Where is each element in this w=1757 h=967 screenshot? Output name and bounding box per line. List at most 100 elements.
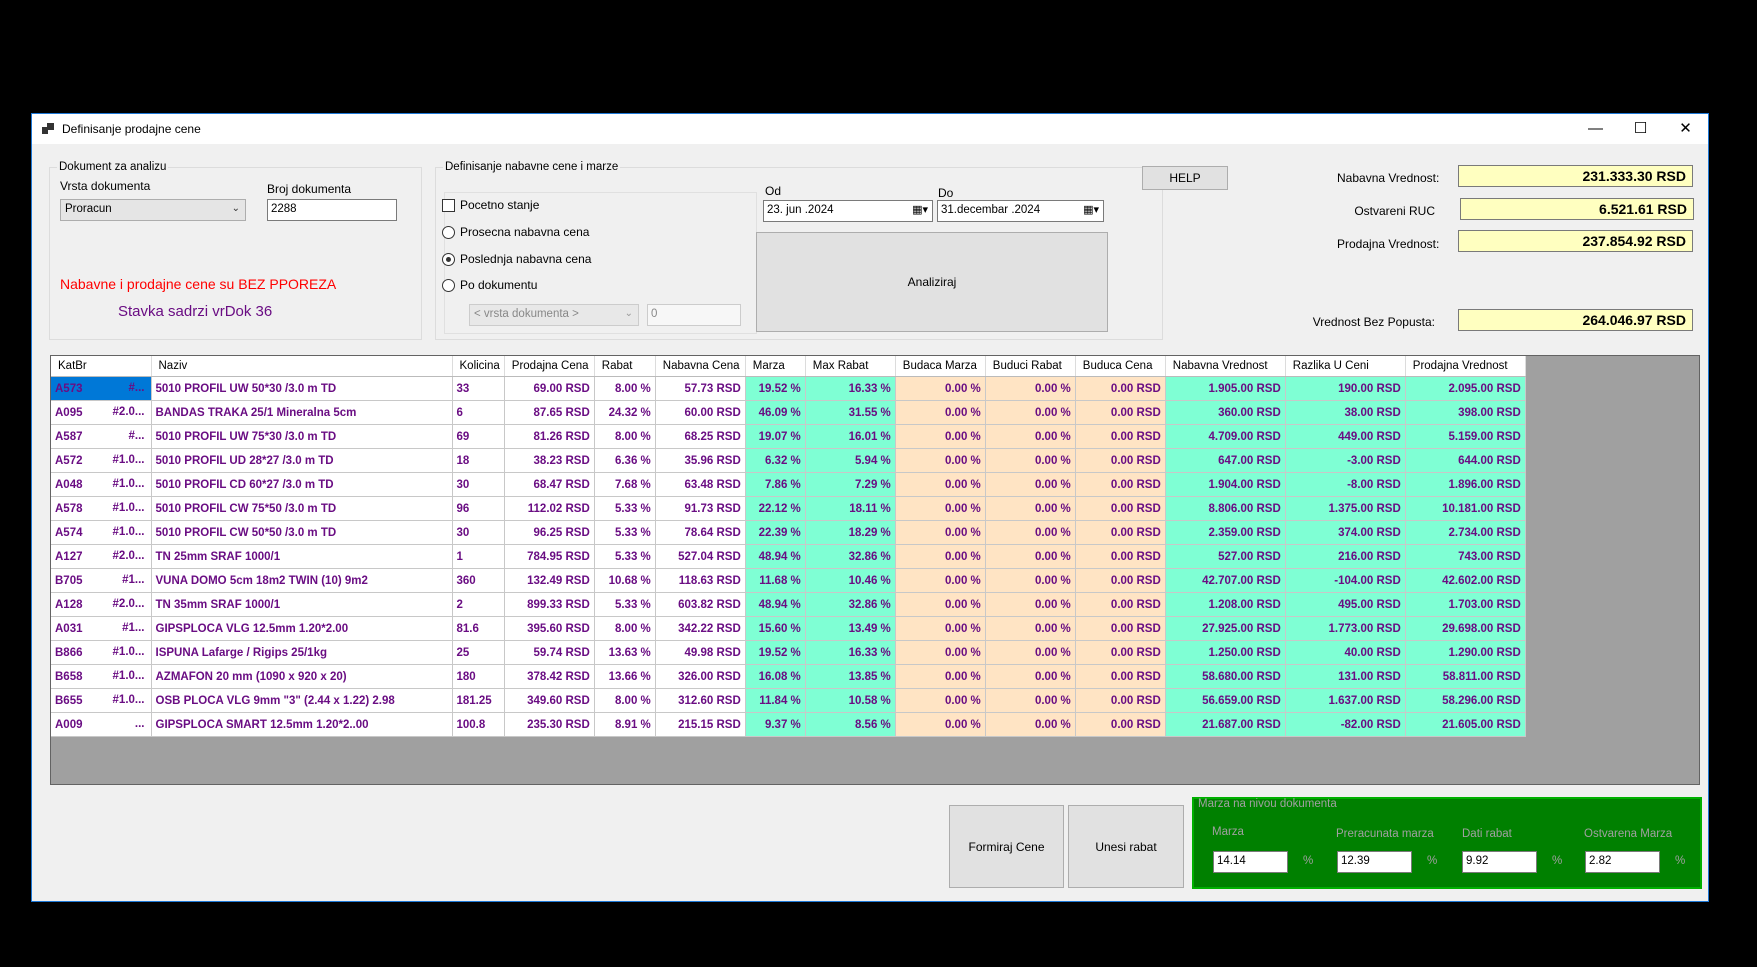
cell-marza[interactable]: 19.07 %	[745, 424, 806, 449]
minimize-icon[interactable]: —	[1573, 114, 1618, 144]
cell-razlika-u-ceni[interactable]: 38.00 RSD	[1285, 400, 1406, 425]
po-dokumentu-select[interactable]: < vrsta dokumenta > ⌄	[469, 304, 639, 326]
cell-rabat[interactable]: 5.33 %	[594, 520, 656, 545]
cell-marza[interactable]: 11.68 %	[745, 568, 806, 593]
cell-buduca-cena[interactable]: 0.00 RSD	[1075, 592, 1166, 617]
cell-razlika-u-ceni[interactable]: -3.00 RSD	[1285, 448, 1406, 473]
cell-max-rabat[interactable]: 8.56 %	[805, 712, 896, 737]
cell-buduci-rabat[interactable]: 0.00 %	[985, 376, 1076, 401]
help-button[interactable]: HELP	[1142, 166, 1228, 190]
cell-naziv[interactable]: 5010 PROFIL UD 28*27 /3.0 m TD	[151, 448, 453, 473]
cell-prodajna-cena[interactable]: 395.60 RSD	[504, 616, 595, 641]
cell-marza[interactable]: 19.52 %	[745, 376, 806, 401]
cell-prodajna-vrednost[interactable]: 42.602.00 RSD	[1405, 568, 1526, 593]
table-row[interactable]: A574 #1.0... 5010 PROFIL CW 50*50 /3.0 m T…	[51, 520, 1526, 545]
cell-budaca-marza[interactable]: 0.00 %	[895, 424, 986, 449]
cell-marza[interactable]: 22.39 %	[745, 520, 806, 545]
cell-prodajna-cena[interactable]: 235.30 RSD	[504, 712, 595, 737]
cell-buduca-cena[interactable]: 0.00 RSD	[1075, 400, 1166, 425]
cell-nabavna-vrednost[interactable]: 2.359.00 RSD	[1165, 520, 1286, 545]
cell-buduca-cena[interactable]: 0.00 RSD	[1075, 520, 1166, 545]
cell-kolicina[interactable]: 360	[452, 568, 505, 593]
cell-buduca-cena[interactable]: 0.00 RSD	[1075, 448, 1166, 473]
broj-dokumenta-input[interactable]: 2288	[267, 199, 397, 221]
column-header[interactable]: KatBr	[51, 356, 152, 377]
cell-buduca-cena[interactable]: 0.00 RSD	[1075, 472, 1166, 497]
cell-katbr[interactable]: B705 #1...	[51, 568, 152, 593]
cell-kolicina[interactable]: 30	[452, 472, 505, 497]
cell-buduca-cena[interactable]: 0.00 RSD	[1075, 616, 1166, 641]
cell-budaca-marza[interactable]: 0.00 %	[895, 448, 986, 473]
cell-budaca-marza[interactable]: 0.00 %	[895, 544, 986, 569]
cell-rabat[interactable]: 10.68 %	[594, 568, 656, 593]
cell-buduci-rabat[interactable]: 0.00 %	[985, 712, 1076, 737]
cell-budaca-marza[interactable]: 0.00 %	[895, 592, 986, 617]
cell-max-rabat[interactable]: 10.58 %	[805, 688, 896, 713]
cell-rabat[interactable]: 8.91 %	[594, 712, 656, 737]
cell-buduca-cena[interactable]: 0.00 RSD	[1075, 376, 1166, 401]
cell-buduca-cena[interactable]: 0.00 RSD	[1075, 712, 1166, 737]
cell-prodajna-cena[interactable]: 38.23 RSD	[504, 448, 595, 473]
cell-marza[interactable]: 7.86 %	[745, 472, 806, 497]
cell-nabavna-vrednost[interactable]: 56.659.00 RSD	[1165, 688, 1286, 713]
cell-marza[interactable]: 6.32 %	[745, 448, 806, 473]
cell-max-rabat[interactable]: 7.29 %	[805, 472, 896, 497]
cell-razlika-u-ceni[interactable]: 495.00 RSD	[1285, 592, 1406, 617]
cell-nabavna-vrednost[interactable]: 527.00 RSD	[1165, 544, 1286, 569]
cell-razlika-u-ceni[interactable]: -104.00 RSD	[1285, 568, 1406, 593]
cell-budaca-marza[interactable]: 0.00 %	[895, 472, 986, 497]
unesi-rabat-button[interactable]: Unesi rabat	[1068, 805, 1184, 888]
cell-rabat[interactable]: 13.63 %	[594, 640, 656, 665]
cell-katbr[interactable]: B655 #1.0...	[51, 688, 152, 713]
table-row[interactable]: A128 #2.0... TN 35mm SRAF 1000/1 2 899.33 RS…	[51, 592, 1526, 617]
cell-prodajna-vrednost[interactable]: 10.181.00 RSD	[1405, 496, 1526, 521]
cell-max-rabat[interactable]: 5.94 %	[805, 448, 896, 473]
cell-prodajna-vrednost[interactable]: 2.095.00 RSD	[1405, 376, 1526, 401]
cell-nabavna-cena[interactable]: 35.96 RSD	[655, 448, 746, 473]
cell-marza[interactable]: 15.60 %	[745, 616, 806, 641]
cell-nabavna-vrednost[interactable]: 8.806.00 RSD	[1165, 496, 1286, 521]
cell-buduci-rabat[interactable]: 0.00 %	[985, 520, 1076, 545]
cell-nabavna-cena[interactable]: 118.63 RSD	[655, 568, 746, 593]
cell-nabavna-cena[interactable]: 326.00 RSD	[655, 664, 746, 689]
cell-naziv[interactable]: ISPUNA Lafarge / Rigips 25/1kg	[151, 640, 453, 665]
cell-rabat[interactable]: 5.33 %	[594, 592, 656, 617]
cell-budaca-marza[interactable]: 0.00 %	[895, 640, 986, 665]
table-row[interactable]: B866 #1.0... ISPUNA Lafarge / Rigips 25/1k…	[51, 640, 1526, 665]
cell-prodajna-vrednost[interactable]: 58.296.00 RSD	[1405, 688, 1526, 713]
cell-nabavna-cena[interactable]: 215.15 RSD	[655, 712, 746, 737]
cell-kolicina[interactable]: 69	[452, 424, 505, 449]
cell-naziv[interactable]: 5010 PROFIL CD 60*27 /3.0 m TD	[151, 472, 453, 497]
cell-naziv[interactable]: TN 35mm SRAF 1000/1	[151, 592, 453, 617]
cell-nabavna-cena[interactable]: 57.73 RSD	[655, 376, 746, 401]
cell-nabavna-vrednost[interactable]: 58.680.00 RSD	[1165, 664, 1286, 689]
cell-kolicina[interactable]: 25	[452, 640, 505, 665]
table-row[interactable]: A095 #2.0... BANDAS TRAKA 25/1 Mineralna 5…	[51, 400, 1526, 425]
cell-max-rabat[interactable]: 16.33 %	[805, 640, 896, 665]
od-date-picker[interactable]: 23. jun .2024 ▦▾	[763, 200, 933, 222]
cell-max-rabat[interactable]: 10.46 %	[805, 568, 896, 593]
cell-razlika-u-ceni[interactable]: 216.00 RSD	[1285, 544, 1406, 569]
cell-nabavna-cena[interactable]: 68.25 RSD	[655, 424, 746, 449]
cell-marza[interactable]: 11.84 %	[745, 688, 806, 713]
cell-nabavna-vrednost[interactable]: 21.687.00 RSD	[1165, 712, 1286, 737]
cell-buduci-rabat[interactable]: 0.00 %	[985, 424, 1076, 449]
cell-razlika-u-ceni[interactable]: 1.375.00 RSD	[1285, 496, 1406, 521]
cell-buduci-rabat[interactable]: 0.00 %	[985, 472, 1076, 497]
cell-buduci-rabat[interactable]: 0.00 %	[985, 688, 1076, 713]
cell-budaca-marza[interactable]: 0.00 %	[895, 712, 986, 737]
cell-kolicina[interactable]: 181.25	[452, 688, 505, 713]
marza-input[interactable]: 14.14	[1213, 851, 1288, 873]
close-icon[interactable]: ✕	[1663, 114, 1708, 144]
formiraj-cene-button[interactable]: Formiraj Cene	[949, 805, 1064, 888]
table-row[interactable]: A048 #1.0... 5010 PROFIL CD 60*27 /3.0 m T…	[51, 472, 1526, 497]
cell-katbr[interactable]: A095 #2.0...	[51, 400, 152, 425]
cell-nabavna-cena[interactable]: 312.60 RSD	[655, 688, 746, 713]
cell-budaca-marza[interactable]: 0.00 %	[895, 616, 986, 641]
cell-rabat[interactable]: 24.32 %	[594, 400, 656, 425]
cell-prodajna-vrednost[interactable]: 29.698.00 RSD	[1405, 616, 1526, 641]
cell-razlika-u-ceni[interactable]: -8.00 RSD	[1285, 472, 1406, 497]
cell-nabavna-cena[interactable]: 78.64 RSD	[655, 520, 746, 545]
column-header[interactable]: Nabavna Cena	[655, 356, 746, 377]
cell-prodajna-cena[interactable]: 68.47 RSD	[504, 472, 595, 497]
